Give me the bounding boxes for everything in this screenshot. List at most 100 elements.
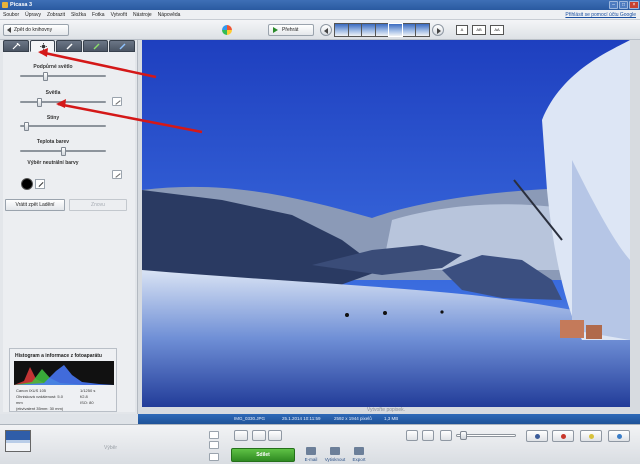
brush-icon — [66, 43, 73, 50]
email-label: E-mail — [304, 457, 318, 462]
neutral-color-swatch — [21, 178, 33, 190]
neutral-color-label: Výběr neutrální barvy — [27, 160, 79, 166]
zoom-in-button[interactable] — [440, 430, 452, 441]
tab-effects-2[interactable] — [82, 40, 109, 52]
folder-icon — [354, 447, 364, 455]
back-arrow-icon — [7, 27, 11, 33]
status-dimensions: 2592 x 1944 pixelů — [334, 416, 372, 421]
people-button[interactable] — [526, 430, 548, 442]
view-compare-button[interactable]: AB — [472, 25, 486, 35]
thumbnail[interactable] — [375, 24, 389, 36]
tab-effects-3[interactable] — [109, 40, 135, 52]
rotate-left-button[interactable] — [252, 430, 266, 441]
tag-icon — [589, 434, 594, 439]
fill-light-slider[interactable] — [20, 72, 106, 81]
tray-thumbnail[interactable] — [5, 430, 31, 452]
brush-blue-icon — [119, 43, 126, 50]
picasa-window: Picasa 3 – □ × Soubor Úpravy Zobrazit Sl… — [0, 0, 640, 464]
slider-thumb[interactable] — [24, 122, 30, 131]
color-wheel-icon[interactable] — [222, 25, 232, 35]
camera-model: Canon IXUS 105 — [16, 388, 47, 393]
export-action[interactable]: Export — [344, 447, 374, 462]
menu-vytvorit[interactable]: Vytvořit — [108, 12, 130, 18]
zoom-slider[interactable] — [456, 431, 516, 440]
maximize-button[interactable]: □ — [619, 1, 628, 9]
tab-effects[interactable] — [56, 40, 82, 52]
view-before-after-button[interactable]: AA — [490, 25, 504, 35]
play-label: Přehrát — [282, 27, 299, 33]
menu-soubor[interactable]: Soubor — [0, 12, 22, 18]
tray-selection-label: Výběr — [104, 445, 118, 451]
edit-panel: Podpůrné světlo Světla Stíny Teplota bar… — [0, 40, 138, 414]
back-to-library-button[interactable]: Zpět do knihovny — [3, 24, 69, 36]
thumbnail[interactable] — [335, 24, 348, 36]
comment-icon — [617, 434, 622, 439]
highlights-label: Světla — [45, 90, 61, 96]
minimize-button[interactable]: – — [609, 1, 618, 9]
thumbnail[interactable] — [348, 24, 362, 36]
title-bar: Picasa 3 – □ × — [0, 0, 640, 10]
toolbar: Zpět do knihovny Přehrát A AB AA — [0, 20, 640, 40]
focal-unit: mm — [16, 400, 23, 405]
tags-button[interactable] — [580, 430, 602, 442]
thumbnail-selected[interactable] — [388, 23, 403, 37]
display-mode-button[interactable] — [406, 430, 418, 441]
photo-tray: Výběr Sdílet E-mail Vytisknout Export — [0, 424, 640, 464]
print-label: Vytisknout — [324, 457, 346, 462]
chevron-left-icon — [324, 28, 328, 34]
edit-tabs — [3, 40, 135, 52]
menu-upravy[interactable]: Úpravy — [22, 12, 44, 18]
auto-color-button[interactable] — [112, 170, 122, 179]
close-button[interactable]: × — [629, 1, 639, 9]
exposure-time: 1/1250 s — [80, 388, 96, 393]
google-signin-link[interactable]: Přihlásit se pomocí účtu Google — [565, 12, 636, 18]
next-photo-button[interactable] — [432, 24, 444, 36]
menu-slozka[interactable]: Složka — [68, 12, 89, 18]
status-datetime: 25.1.2014 10:11:59 — [282, 416, 321, 421]
hold-icon[interactable] — [209, 431, 219, 439]
color-temperature-slider[interactable] — [20, 147, 106, 156]
map-pin-icon — [561, 434, 566, 439]
comments-button[interactable] — [608, 430, 630, 442]
histogram-panel: Histogram a informace z fotoaparátu Cano… — [9, 348, 117, 412]
menu-bar: Soubor Úpravy Zobrazit Složka Fotka Vytv… — [0, 10, 640, 20]
slider-thumb[interactable] — [60, 147, 66, 156]
menu-zobrazit[interactable]: Zobrazit — [44, 12, 68, 18]
focal-length: Ohnisková vzdálenost: 5.0 — [16, 394, 63, 399]
highlights-slider[interactable] — [20, 98, 106, 107]
share-button[interactable]: Sdílet — [231, 448, 295, 462]
tab-tuning[interactable] — [29, 40, 56, 52]
play-slideshow-button[interactable]: Přehrát — [268, 24, 314, 36]
zoom-thumb[interactable] — [460, 431, 467, 440]
status-filename: IMG_0330.JPG — [234, 416, 266, 421]
menu-nastroje[interactable]: Nástroje — [130, 12, 155, 18]
places-button[interactable] — [552, 430, 574, 442]
thumbnail[interactable] — [362, 24, 375, 36]
status-bar: IMG_0330.JPG 25.1.2014 10:11:59 2592 x 1… — [138, 414, 640, 424]
shadows-slider[interactable] — [20, 122, 106, 131]
display-mode-2-button[interactable] — [422, 430, 434, 441]
menu-napoveda[interactable]: Nápověda — [155, 12, 184, 18]
auto-contrast-button[interactable] — [112, 97, 122, 106]
thumbnail[interactable] — [416, 24, 430, 36]
ski-slope-photo[interactable] — [142, 40, 630, 407]
eyedropper-icon[interactable] — [35, 179, 45, 189]
slider-thumb[interactable] — [36, 98, 42, 107]
clear-icon[interactable] — [209, 441, 219, 449]
back-to-library-label: Zpět do knihovny — [14, 27, 53, 33]
view-single-button[interactable]: A — [456, 25, 468, 35]
slider-thumb[interactable] — [43, 72, 49, 81]
previous-photo-button[interactable] — [320, 24, 332, 36]
tab-basic-fixes[interactable] — [3, 40, 29, 52]
add-to-icon[interactable] — [209, 453, 219, 461]
thumbnail[interactable] — [402, 24, 416, 36]
redo-button[interactable]: Znovu — [69, 199, 127, 211]
photo-caption[interactable]: Vytvořte popisek. — [138, 407, 634, 413]
status-filesize: 1,3 MB — [384, 416, 399, 421]
rotate-box-button[interactable] — [234, 430, 248, 441]
menu-fotka[interactable]: Fotka — [89, 12, 108, 18]
rotate-right-button[interactable] — [268, 430, 282, 441]
shadows-label: Stíny — [46, 115, 60, 121]
email-icon — [306, 447, 316, 455]
undo-tuning-button[interactable]: Vrátit zpět Ladění — [5, 199, 65, 211]
